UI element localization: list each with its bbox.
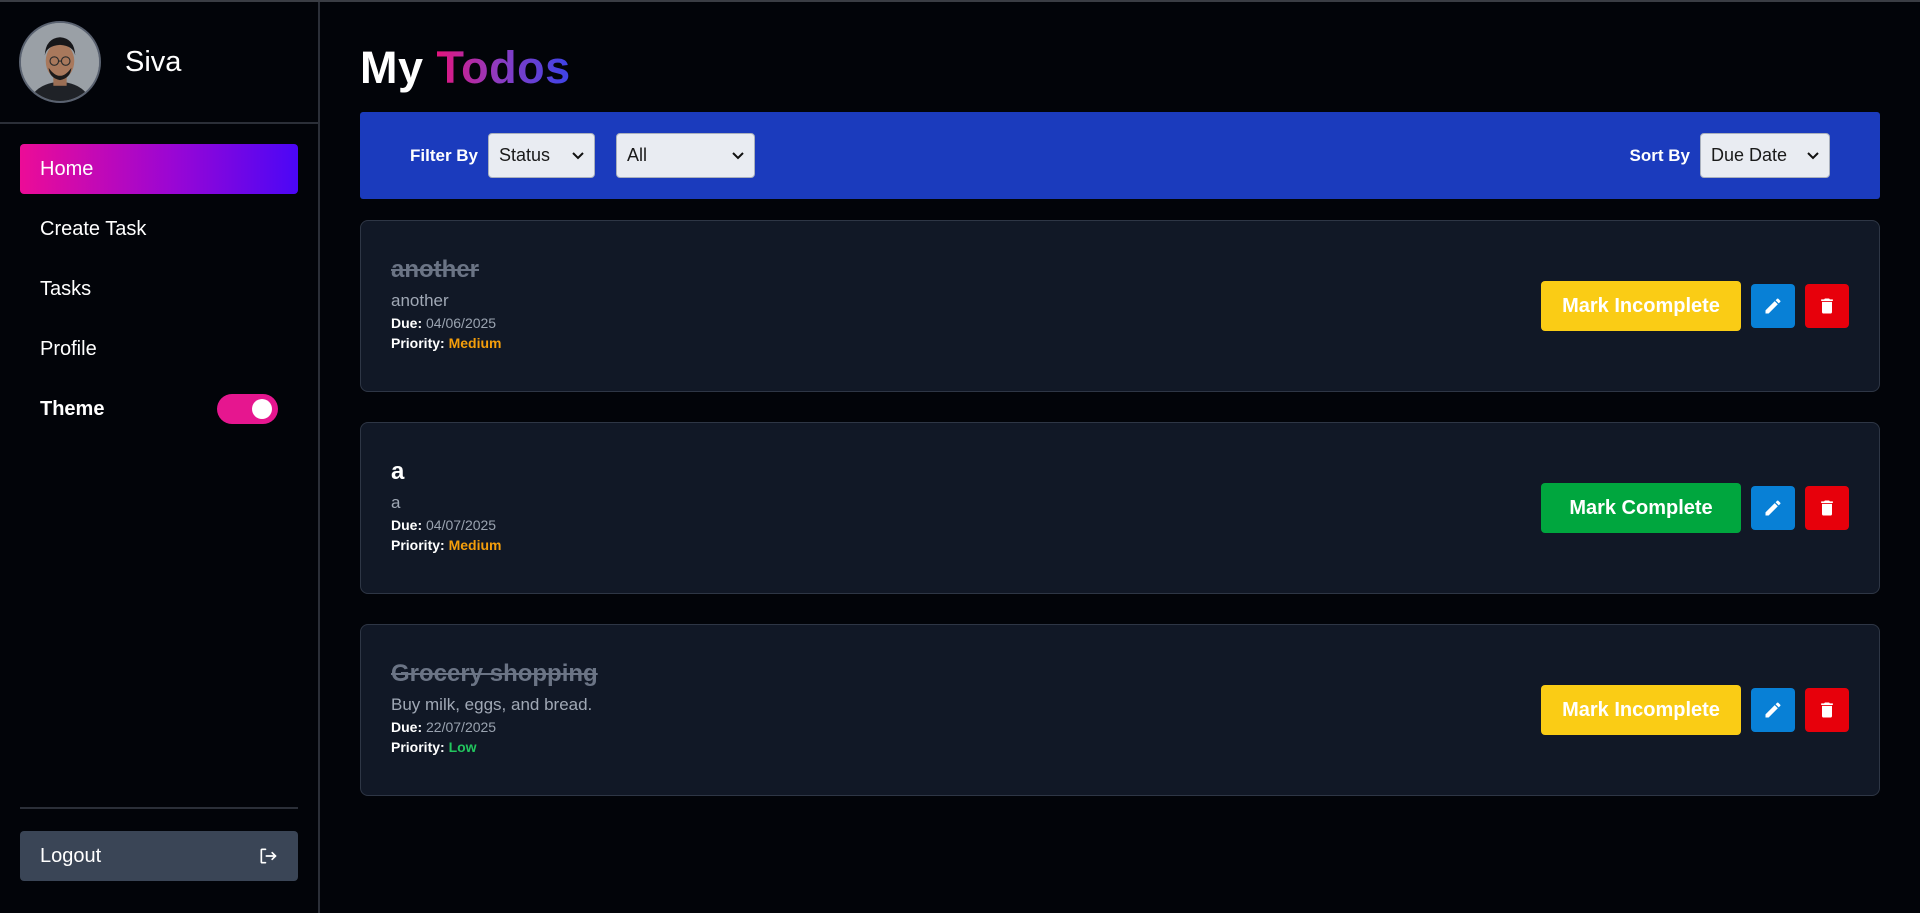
mark-complete-button[interactable]: Mark Complete [1541, 483, 1741, 533]
todo-card: a a Due: 04/07/2025 Priority: Medium Mar… [360, 422, 1880, 594]
profile-header: Siva [0, 2, 318, 124]
logout-label: Logout [40, 844, 102, 867]
sidebar-nav: Home Create Task Tasks Profile Theme [0, 124, 318, 434]
sidebar-item-home[interactable]: Home [20, 144, 298, 194]
todo-card: another another Due: 04/06/2025 Priority… [360, 220, 1880, 392]
priority-label: Priority: [391, 335, 445, 351]
todo-priority: Priority: Medium [391, 535, 1879, 555]
username: Siva [125, 45, 182, 78]
page-title-my: My [360, 42, 424, 93]
sidebar-item-label: Tasks [40, 277, 92, 300]
sidebar-divider [20, 807, 298, 809]
todo-priority: Priority: Low [391, 737, 1879, 757]
edit-button[interactable] [1751, 284, 1795, 328]
trash-icon [1821, 500, 1833, 516]
sidebar-item-create-task[interactable]: Create Task [20, 204, 298, 254]
trash-icon [1821, 298, 1833, 314]
trash-icon [1821, 702, 1833, 718]
page-title-todos: Todos [436, 42, 571, 93]
avatar[interactable] [19, 21, 101, 103]
theme-label: Theme [40, 397, 105, 420]
delete-button[interactable] [1805, 284, 1849, 328]
sidebar-item-tasks[interactable]: Tasks [20, 264, 298, 314]
filter-by-label: Filter By [410, 145, 479, 165]
filter-field-select[interactable]: Status [488, 133, 596, 178]
due-label: Due: [391, 719, 423, 735]
priority-value: Low [448, 739, 477, 755]
theme-toggle[interactable] [217, 394, 278, 424]
todo-actions: Mark Incomplete [1541, 685, 1849, 735]
logout-icon [260, 848, 277, 864]
sidebar-item-label: Home [40, 157, 94, 180]
sidebar-item-label: Profile [40, 337, 97, 360]
sort-by-label: Sort By [1629, 145, 1690, 165]
mark-incomplete-button[interactable]: Mark Incomplete [1541, 685, 1741, 735]
due-date: 04/06/2025 [426, 315, 497, 331]
sort-value: Due Date [1711, 145, 1788, 165]
priority-value: Medium [448, 537, 502, 553]
delete-button[interactable] [1805, 688, 1849, 732]
chevron-down-icon [572, 151, 584, 159]
sidebar-item-label: Create Task [40, 217, 147, 240]
chevron-down-icon [732, 151, 744, 159]
page-title: My Todos [360, 44, 1880, 92]
pencil-icon [1765, 298, 1781, 314]
sidebar: Siva Home Create Task Tasks Profile Them… [0, 2, 320, 913]
logout-button[interactable]: Logout [20, 831, 298, 881]
toggle-knob [252, 399, 272, 419]
sidebar-item-profile[interactable]: Profile [20, 324, 298, 374]
filter-bar: Filter By Status All Sort By Due Date [360, 112, 1880, 199]
main-content: My Todos Filter By Status All Sort By Du… [360, 2, 1880, 796]
todo-priority: Priority: Medium [391, 333, 1879, 353]
avatar-image [21, 23, 99, 101]
mark-incomplete-button[interactable]: Mark Incomplete [1541, 281, 1741, 331]
due-date: 04/07/2025 [426, 517, 497, 533]
sidebar-footer: Logout [20, 807, 298, 913]
due-date: 22/07/2025 [426, 719, 497, 735]
pencil-icon [1765, 500, 1781, 516]
filter-field-value: Status [499, 145, 551, 165]
due-label: Due: [391, 315, 423, 331]
todo-actions: Mark Complete [1541, 483, 1849, 533]
filter-value-select[interactable]: All [616, 133, 756, 178]
todo-card: Grocery shopping Buy milk, eggs, and bre… [360, 624, 1880, 796]
priority-label: Priority: [391, 537, 445, 553]
app-root: Siva Home Create Task Tasks Profile Them… [0, 0, 1920, 913]
priority-value: Medium [448, 335, 502, 351]
edit-button[interactable] [1751, 688, 1795, 732]
todo-actions: Mark Incomplete [1541, 281, 1849, 331]
priority-label: Priority: [391, 739, 445, 755]
due-label: Due: [391, 517, 423, 533]
chevron-down-icon [1807, 151, 1819, 159]
sort-select[interactable]: Due Date [1700, 133, 1830, 178]
edit-button[interactable] [1751, 486, 1795, 530]
delete-button[interactable] [1805, 486, 1849, 530]
pencil-icon [1765, 702, 1781, 718]
theme-row: Theme [20, 384, 298, 434]
filter-value: All [627, 145, 648, 165]
